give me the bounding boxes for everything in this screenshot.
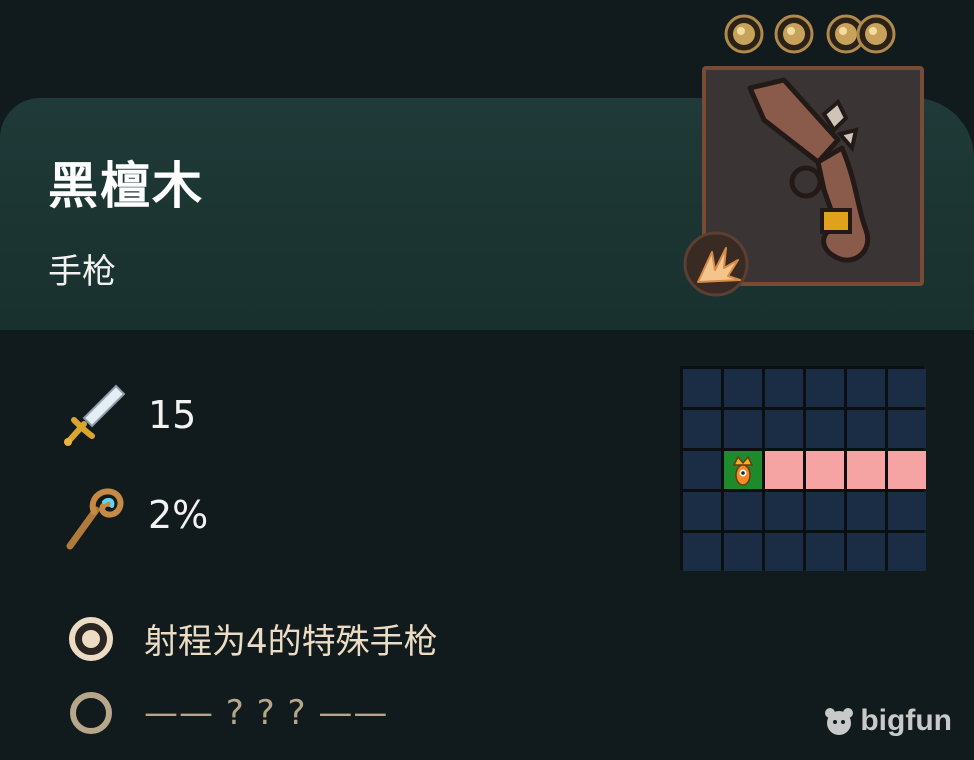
ability-text-2: —— ? ? ? —— (144, 693, 389, 733)
grid-cell (806, 369, 844, 407)
burst-attack-icon (683, 231, 749, 297)
grid-cell (888, 369, 926, 407)
grid-cell (765, 369, 803, 407)
item-card: 黑檀木 手枪 15 2% 射程为4的特殊手枪 —— ? ? ? —— bigfu… (0, 0, 974, 760)
grid-cell (724, 410, 762, 448)
grid-cell (765, 492, 803, 530)
grid-cell (683, 410, 721, 448)
crowned-unit-icon (732, 455, 754, 486)
grid-cell (806, 492, 844, 530)
item-name: 黑檀木 (48, 157, 204, 215)
grid-cell (683, 533, 721, 571)
grid-cell (847, 410, 885, 448)
grid-cell (806, 533, 844, 571)
grid-cell (724, 492, 762, 530)
gold-coin-icon (724, 14, 764, 54)
ability-row-2: —— ? ? ? —— (68, 690, 388, 736)
grid-cell (683, 451, 721, 489)
watermark-text: bigfun (860, 704, 952, 737)
grid-cell (683, 492, 721, 530)
grid-cell (765, 410, 803, 448)
grid-cell (888, 410, 926, 448)
ability-text-1: 射程为4的特殊手枪 (144, 622, 438, 662)
range-grid (680, 366, 926, 571)
stat-attack: 15 (58, 380, 196, 450)
bigfun-logo-icon (825, 708, 854, 735)
grid-cell (724, 369, 762, 407)
grid-cell (888, 492, 926, 530)
attack-value: 15 (148, 393, 197, 437)
grid-cell (847, 492, 885, 530)
item-type: 手枪 (48, 252, 116, 292)
grid-cell-in-range (765, 451, 803, 489)
grid-cell-in-range (806, 451, 844, 489)
grid-cell (847, 369, 885, 407)
grid-cell (888, 533, 926, 571)
gold-coin-icon (774, 14, 814, 54)
grid-cell-in-range (847, 451, 885, 489)
sword-icon (64, 384, 126, 446)
stat-crit: 2% (58, 480, 208, 550)
crit-value: 2% (148, 493, 209, 537)
ability-row-1: 射程为4的特殊手枪 (68, 614, 438, 663)
empty-ring-icon (70, 692, 112, 734)
grid-cell (765, 533, 803, 571)
grid-cell (847, 533, 885, 571)
grid-cell-in-range (888, 451, 926, 489)
gold-coin-icon (856, 14, 896, 54)
grid-cell (806, 410, 844, 448)
grid-cell-origin (724, 451, 762, 489)
grid-cell (683, 369, 721, 407)
staff-icon (66, 488, 124, 550)
active-ring-icon (69, 616, 113, 661)
grid-cell (724, 533, 762, 571)
watermark: bigfun (822, 704, 952, 738)
cost-coins (724, 14, 904, 58)
